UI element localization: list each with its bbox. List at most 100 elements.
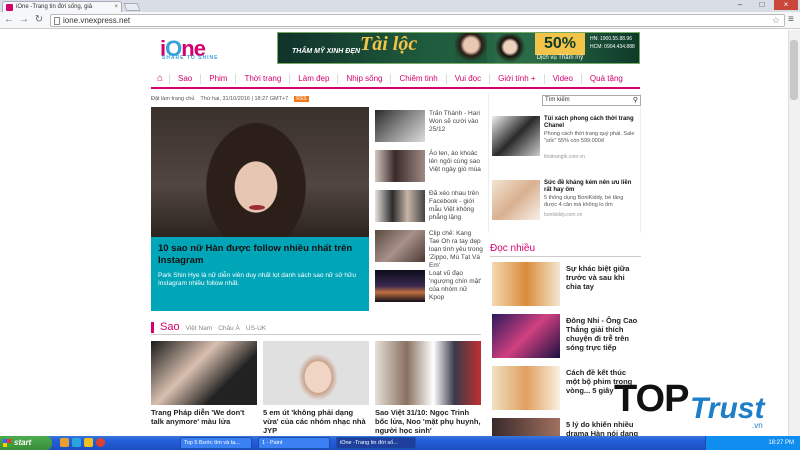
hero-image[interactable] xyxy=(151,107,369,237)
date-time: Thứ hai, 31/10/2016 | 18:27 GMT+7 xyxy=(200,96,289,102)
scrollbar-thumb[interactable] xyxy=(790,40,798,100)
story-thumb[interactable] xyxy=(492,418,560,436)
list-item[interactable]: Áo len, áo khoác lên ngôi cùng sao Việt … xyxy=(375,150,483,190)
nav-item-chiem-tinh[interactable]: Chiêm tinh xyxy=(390,73,445,84)
story-title[interactable]: Clip chế: Kang Tae Oh ra tay dẹp loạn tì… xyxy=(429,230,483,270)
bookmark-star-icon[interactable]: ☆ xyxy=(772,15,780,26)
taskbar-item[interactable]: iOne -Trang tin đời số... xyxy=(336,437,416,449)
list-item[interactable]: Đã xéo nhau trên Facebook - giới mẫu Việ… xyxy=(375,190,483,230)
nav-item-phim[interactable]: Phim xyxy=(200,73,235,84)
address-bar[interactable]: ione.vnexpress.net ☆ xyxy=(50,14,785,27)
hero-title[interactable]: 10 sao nữ Hàn được follow nhiều nhất trê… xyxy=(158,243,362,267)
list-item[interactable]: Loạt vũ đạo 'ngượng chín mặt' của nhóm n… xyxy=(375,270,483,310)
quicklaunch-icon[interactable] xyxy=(84,438,93,447)
quicklaunch-icon[interactable] xyxy=(60,438,69,447)
ad-brand-logo: Tài lộc xyxy=(360,33,418,55)
taskbar-item[interactable]: Top 5 Bước tìm và tạ... xyxy=(180,437,252,449)
list-item[interactable]: Trấn Thành - Hari Won sẽ cưới vào 25/12 xyxy=(375,110,483,150)
main-nav: ⌂ Sao Phim Thời trang Làm đẹp Nhịp sống … xyxy=(151,70,640,89)
nav-item-nhip-song[interactable]: Nhịp sống xyxy=(337,73,390,84)
section-sub-link[interactable]: Việt Nam xyxy=(186,325,213,332)
search-icon[interactable]: ⚲ xyxy=(633,96,638,105)
story-thumb[interactable] xyxy=(492,314,560,358)
story-title[interactable]: Sự khác biệt giữa trước và sau khi chia … xyxy=(566,264,640,291)
hero-story[interactable]: 10 sao nữ Hàn được follow nhiều nhất trê… xyxy=(151,107,369,311)
story-thumb[interactable] xyxy=(375,270,425,302)
nav-item-thoi-trang[interactable]: Thời trang xyxy=(235,73,289,84)
ad-clinic-name: THẨM MỸ XINH ĐẸN xyxy=(292,48,361,55)
sidebar-ad[interactable]: Túi xách phong cách thời trang Chanel Ph… xyxy=(492,116,637,164)
reload-button[interactable]: ↻ xyxy=(33,14,45,26)
story-title[interactable]: 5 em út 'không phải dạng vừa' của các nh… xyxy=(263,408,369,435)
story-thumb[interactable] xyxy=(375,230,425,262)
favicon-icon xyxy=(6,3,13,11)
system-tray: 18:27 PM xyxy=(705,436,800,450)
address-text: ione.vnexpress.net xyxy=(63,16,131,25)
story-thumb[interactable] xyxy=(375,190,425,222)
story-title[interactable]: Trang Pháp diễn 'We don't talk anymore' … xyxy=(151,408,257,426)
ad-cta: Dịch vụ Thẩm mỹ xyxy=(536,55,584,61)
ad-desc: 5 thông dụng BoniKiddy, bé tăng được 4 c… xyxy=(544,195,624,208)
ad-discount: 50% xyxy=(535,33,585,55)
list-item[interactable]: Đông Nhi - Ông Cao Thắng giải thích chuy… xyxy=(492,314,640,360)
taskbar-item[interactable]: 1 - Paint xyxy=(258,437,330,449)
story-title[interactable]: Đông Nhi - Ông Cao Thắng giải thích chuy… xyxy=(566,316,640,352)
tab-close-button[interactable]: × xyxy=(114,4,118,10)
start-button[interactable]: start xyxy=(0,436,52,450)
story-thumb[interactable] xyxy=(492,262,560,306)
story-thumb[interactable] xyxy=(375,341,481,405)
nav-item-sao[interactable]: Sao xyxy=(169,73,200,84)
story-title[interactable]: Trấn Thành - Hari Won sẽ cưới vào 25/12 xyxy=(429,110,483,134)
watermark-domain: .vn xyxy=(752,421,763,430)
rss-icon[interactable]: RSS xyxy=(294,96,309,102)
section-title[interactable]: Sao xyxy=(160,321,180,333)
ad-thumb[interactable] xyxy=(492,180,540,220)
browser-tab[interactable]: iOne -Trang tin đời sống, giả × xyxy=(2,1,122,12)
story-title[interactable]: Sao Việt 31/10: Ngọc Trinh bốc lửa, Noo … xyxy=(375,408,481,435)
ad-title[interactable]: Sức đề kháng kém nên ưu liền rất hay ốm xyxy=(544,180,637,194)
nav-item-qua-tang[interactable]: Quà tặng xyxy=(580,73,631,84)
most-read-heading: Đọc nhiều xyxy=(490,243,536,254)
story-thumb[interactable] xyxy=(263,341,369,405)
set-home-link[interactable]: Đặt làm trang chủ xyxy=(151,96,194,102)
back-button[interactable]: ← xyxy=(3,14,15,26)
search-input[interactable]: Tìm kiếm ⚲ xyxy=(542,95,641,106)
ad-phones: HN: 1900.55.88.96 HCM: 0904.434.888 xyxy=(590,36,635,50)
section-header-sao: Sao Việt Nam Châu Á US-UK xyxy=(151,321,266,333)
story-thumb[interactable] xyxy=(375,150,425,182)
nav-item-lam-dep[interactable]: Làm đẹp xyxy=(289,73,337,84)
mini-story-list: Trấn Thành - Hari Won sẽ cưới vào 25/12 … xyxy=(375,110,483,310)
ad-thumb[interactable] xyxy=(492,116,540,156)
section-sub-link[interactable]: US-UK xyxy=(246,325,266,332)
home-icon[interactable]: ⌂ xyxy=(151,73,169,84)
story-thumb[interactable] xyxy=(151,341,257,405)
clock[interactable]: 18:27 PM xyxy=(768,440,794,446)
maximize-button[interactable]: □ xyxy=(752,0,772,10)
forward-button[interactable]: → xyxy=(18,14,30,26)
sidebar-ad[interactable]: Sức đề kháng kém nên ưu liền rất hay ốm … xyxy=(492,180,637,228)
list-item[interactable]: Clip chế: Kang Tae Oh ra tay dẹp loạn tì… xyxy=(375,230,483,270)
story-thumb[interactable] xyxy=(492,366,560,410)
story-title[interactable]: Áo len, áo khoác lên ngôi cùng sao Việt … xyxy=(429,150,483,174)
ad-model-image xyxy=(455,33,487,63)
story-card[interactable]: Sao Việt 31/10: Ngọc Trinh bốc lửa, Noo … xyxy=(375,341,481,435)
quicklaunch-icon[interactable] xyxy=(72,438,81,447)
list-item[interactable]: Sự khác biệt giữa trước và sau khi chia … xyxy=(492,262,640,308)
story-title[interactable]: Loạt vũ đạo 'ngượng chín mặt' của nhóm n… xyxy=(429,270,483,302)
ad-title[interactable]: Túi xách phong cách thời trang Chanel xyxy=(544,116,637,130)
nav-item-video[interactable]: Video xyxy=(543,73,581,84)
nav-item-gioi-tinh[interactable]: Giới tính + xyxy=(489,73,543,84)
section-sub-link[interactable]: Châu Á xyxy=(218,325,240,332)
nav-item-vui-doc[interactable]: Vui đọc xyxy=(445,73,489,84)
chrome-icon[interactable] xyxy=(96,438,105,447)
story-title[interactable]: 5 lý do khiến nhiều drama Hàn nói dang xyxy=(566,420,640,436)
chrome-menu-icon[interactable]: ≡ xyxy=(788,14,798,26)
story-title[interactable]: Đã xéo nhau trên Facebook - giới mẫu Việ… xyxy=(429,190,483,222)
story-card[interactable]: 5 em út 'không phải dạng vừa' của các nh… xyxy=(263,341,369,435)
new-tab-button[interactable] xyxy=(123,3,141,11)
story-card[interactable]: Trang Pháp diễn 'We don't talk anymore' … xyxy=(151,341,257,426)
ad-desc: Phong cách thời trang quý phái. Sale "số… xyxy=(544,131,635,144)
minimize-button[interactable]: – xyxy=(730,0,750,10)
story-thumb[interactable] xyxy=(375,110,425,142)
close-window-button[interactable]: × xyxy=(774,0,798,10)
